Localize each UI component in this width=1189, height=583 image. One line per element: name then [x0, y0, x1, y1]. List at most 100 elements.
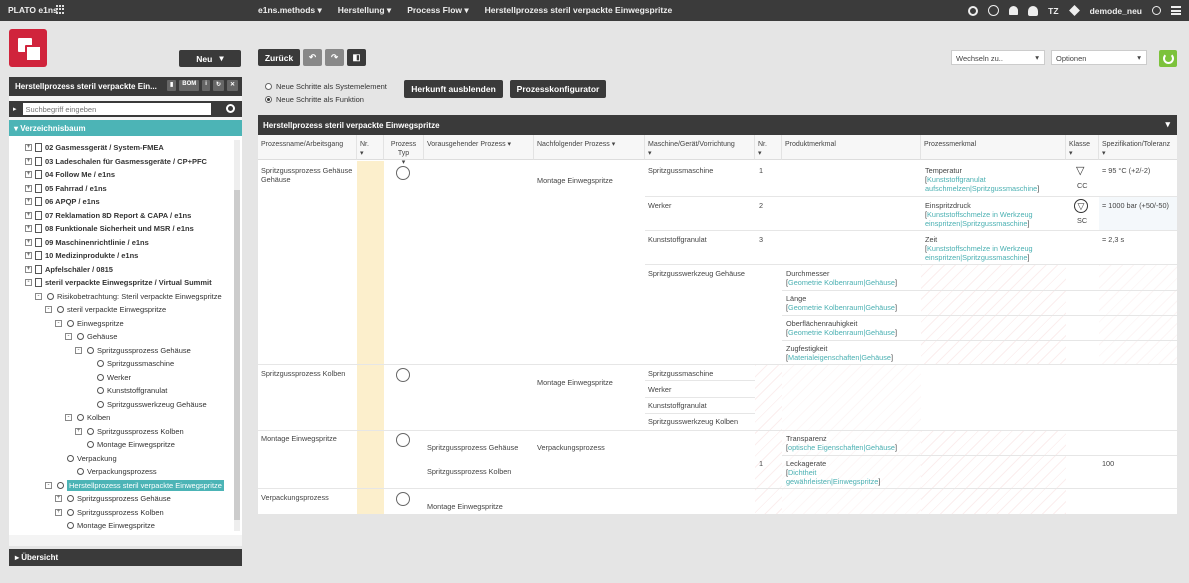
previous-process[interactable]: Spritzgussprozess Gehäuse	[427, 443, 518, 452]
clock-icon[interactable]	[988, 5, 1000, 16]
process-name[interactable]: Spritzgussprozess Gehäuse Gehäuse	[261, 166, 352, 184]
menu-icon[interactable]	[1171, 6, 1181, 15]
tree-item[interactable]: Kunststoffgranulat	[95, 384, 167, 397]
tree-item[interactable]: + Spritzgussprozess Kolben	[55, 506, 164, 519]
nav-methods[interactable]: e1ns.methods	[258, 5, 322, 16]
tree-item[interactable]: +07 Reklamation 8D Report & CAPA / e1ns	[25, 209, 191, 222]
tree-item[interactable]: +04 Follow Me / e1ns	[25, 168, 115, 181]
bom-button[interactable]: BOM	[179, 80, 200, 91]
process-configurator-button[interactable]: Prozesskonfigurator	[510, 80, 606, 98]
col-header[interactable]: Nr. ▾	[755, 135, 782, 160]
tree-item[interactable]: +03 Ladeschalen für Gasmessgeräte / CP+P…	[25, 155, 207, 168]
process-type-circle-icon[interactable]	[396, 492, 410, 506]
machine[interactable]: Spritzgusswerkzeug Kolben	[648, 417, 738, 426]
machine[interactable]: Spritzgussmaschine	[648, 369, 713, 378]
tree-item[interactable]: Werker	[95, 371, 131, 384]
next-process[interactable]: Montage Einwegspritze	[537, 176, 613, 185]
tree-item[interactable]: - Einwegspritze	[55, 317, 124, 330]
process-type-circle-icon[interactable]	[396, 368, 410, 382]
process-name[interactable]: Montage Einwegspritze	[261, 434, 337, 443]
nav-herstellung[interactable]: Herstellung	[338, 5, 391, 16]
machine[interactable]: Kunststoffgranulat	[648, 235, 707, 244]
tree-item[interactable]: Spritzgussmaschine	[95, 357, 174, 370]
tree-item[interactable]: +10 Medizinprodukte / e1ns	[25, 249, 138, 262]
overview-bar[interactable]: ▸ Übersicht	[9, 549, 242, 566]
tree-item[interactable]: - steril verpackte Einwegspritze	[45, 303, 166, 316]
user-icon[interactable]	[1028, 5, 1039, 16]
col-header[interactable]: Produktmerkmal	[782, 135, 921, 160]
nav-current-process[interactable]: Herstellprozess steril verpackte Einwegs…	[485, 5, 673, 16]
product-characteristic[interactable]: Oberflächenrauhigkeit [Geometrie Kolbenra…	[786, 319, 897, 337]
specification[interactable]: = 95 °C (+2/-2)	[1102, 166, 1150, 175]
process-name[interactable]: Spritzgussprozess Kolben	[261, 369, 345, 378]
user-initials[interactable]: TZ	[1048, 6, 1058, 16]
info-icon[interactable]: i	[202, 80, 210, 91]
options-select[interactable]: Optionen	[1051, 50, 1147, 65]
col-header[interactable]: Prozess Typ ▾	[384, 135, 424, 166]
search-input[interactable]	[22, 103, 211, 115]
process-characteristic[interactable]: Einspritzdruck [Kunststoffschmelze in Wer…	[925, 201, 1033, 228]
product-characteristic[interactable]: Länge [Geometrie Kolbenraum|Gehäuse]	[786, 294, 897, 312]
tree-item[interactable]: - Gehäuse	[65, 330, 117, 343]
col-header[interactable]: Prozessmerkmal	[921, 135, 1066, 160]
tree-item[interactable]: + Apfelschäler / 0815	[25, 263, 113, 276]
process-type-circle-icon[interactable]	[396, 433, 410, 447]
tree-item[interactable]: + Spritzgussprozess Kolben	[75, 425, 184, 438]
radio-function[interactable]: Neue Schritte als Funktion	[265, 93, 387, 106]
tree-item[interactable]: +06 APQP / e1ns	[25, 195, 100, 208]
hide-origin-button[interactable]: Herkunft ausblenden	[404, 80, 503, 98]
workspace-icon[interactable]	[1068, 5, 1080, 16]
switch-to-select[interactable]: Wechseln zu..	[951, 50, 1045, 65]
product-characteristic[interactable]: Durchmesser [Geometrie Kolbenraum|Gehäuse…	[786, 269, 897, 287]
machine[interactable]: Spritzgussmaschine	[648, 166, 713, 175]
previous-process[interactable]: Montage Einwegspritze	[427, 502, 503, 511]
tree-item[interactable]: - Spritzgussprozess Gehäuse	[75, 344, 191, 357]
tool-icon[interactable]	[1152, 6, 1161, 15]
tree-item[interactable]: +02 Gasmessgerät / System-FMEA	[25, 141, 164, 154]
tree-item[interactable]: Montage Einwegspritze	[65, 519, 155, 532]
expand-arrow-icon[interactable]: ▸	[13, 105, 17, 113]
process-characteristic[interactable]: Temperatur [Kunststoffgranulat aufschmelze…	[925, 166, 1039, 193]
workspace-name[interactable]: demode_neu	[1090, 6, 1142, 16]
tree-item[interactable]: - Kolben	[65, 411, 110, 424]
refresh-button[interactable]	[1159, 50, 1177, 67]
process-characteristic[interactable]: Zeit [Kunststoffschmelze in Werkzeug einsp…	[925, 235, 1033, 262]
tree-item[interactable]: + Spritzgussprozess Gehäuse	[55, 492, 171, 505]
col-header[interactable]: Nachfolgender Prozess ▾	[534, 135, 645, 160]
tree-item[interactable]: +08 Funktionale Sicherheit und MSR / e1n…	[25, 222, 194, 235]
radio-system-element[interactable]: Neue Schritte als Systemelement	[265, 80, 387, 93]
specification[interactable]: 100	[1102, 459, 1114, 468]
process-name[interactable]: Verpackungsprozess	[261, 493, 329, 502]
tree-item[interactable]: +09 Maschinenrichtlinie / e1ns	[25, 236, 149, 249]
machine[interactable]: Kunststoffgranulat	[648, 401, 707, 410]
product-characteristic[interactable]: Leckagerate [Dichtheit gewährleisten|Einwe…	[786, 459, 880, 486]
trash-icon[interactable]: ▮	[166, 80, 177, 91]
product-characteristic[interactable]: Transparenz [optische Eigenschaften|Gehäu…	[786, 434, 897, 452]
tree-scrollbar[interactable]	[234, 140, 240, 531]
tree-item[interactable]: Spritzgusswerkzeug Gehäuse	[95, 398, 207, 411]
nav-process-flow[interactable]: Process Flow	[407, 5, 468, 16]
back-button[interactable]: Zurück	[258, 49, 300, 66]
process-type-circle-icon[interactable]	[396, 166, 410, 180]
tree-header[interactable]: ▾ Verzeichnisbaum	[9, 120, 242, 136]
machine[interactable]: Werker	[648, 385, 671, 394]
previous-process[interactable]: Spritzgussprozess Kolben	[427, 467, 511, 476]
close-icon[interactable]: ✕	[226, 80, 238, 91]
col-header[interactable]: Spezifikation/Toleranz ▾	[1099, 135, 1177, 160]
apps-grid-icon[interactable]	[56, 5, 65, 14]
next-process[interactable]: Montage Einwegspritze	[537, 378, 613, 387]
specification[interactable]: = 2,3 s	[1102, 235, 1124, 244]
search-icon[interactable]	[968, 5, 979, 16]
tree-item-selected[interactable]: - Herstellprozess steril verpackte Einweg…	[45, 479, 224, 492]
machine[interactable]: Werker	[648, 201, 671, 210]
specification[interactable]: = 1000 bar (+50/-50)	[1102, 201, 1169, 210]
undo-button[interactable]: ↶	[303, 49, 322, 66]
bell-icon[interactable]	[1009, 6, 1019, 15]
layout-button[interactable]: ◧	[347, 49, 366, 66]
col-header[interactable]: Prozessname/Arbeitsgang	[258, 135, 357, 160]
col-header[interactable]: Maschine/Gerät/Vorrichtung ▾	[645, 135, 755, 160]
col-header[interactable]: Klasse ▾	[1066, 135, 1099, 160]
col-header[interactable]: Vorausgehender Prozess ▾	[424, 135, 534, 160]
tree-item[interactable]: Verpackung	[65, 452, 117, 465]
tree-item[interactable]: Verpackungsprozess	[75, 465, 157, 478]
